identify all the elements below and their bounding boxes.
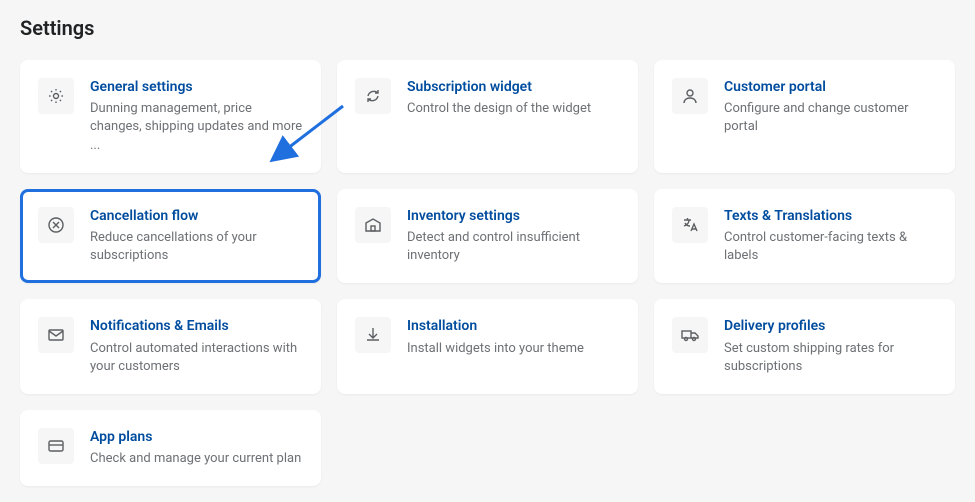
card-customer-portal[interactable]: Customer portal Configure and change cus… [654, 60, 955, 173]
card-title: Installation [407, 317, 620, 335]
card-desc: Dunning management, price changes, shipp… [90, 100, 303, 155]
card-desc: Install widgets into your theme [407, 340, 620, 358]
card-title: Customer portal [724, 78, 937, 96]
truck-icon [672, 317, 708, 353]
gear-icon [38, 78, 74, 114]
mail-icon [38, 317, 74, 353]
inventory-icon [355, 207, 391, 243]
card-subscription-widget[interactable]: Subscription widget Control the design o… [337, 60, 638, 173]
card-title: Texts & Translations [724, 207, 937, 225]
card-delivery-profiles[interactable]: Delivery profiles Set custom shipping ra… [654, 299, 955, 394]
settings-cards-grid: General settings Dunning management, pri… [20, 60, 955, 486]
card-icon [38, 428, 74, 464]
card-desc: Configure and change customer portal [724, 100, 937, 136]
card-title: General settings [90, 78, 303, 96]
card-desc: Check and manage your current plan [90, 450, 303, 468]
card-desc: Control customer-facing texts & labels [724, 229, 937, 265]
translate-icon [672, 207, 708, 243]
card-title: Cancellation flow [90, 207, 303, 225]
person-icon [672, 78, 708, 114]
cancel-icon [38, 207, 74, 243]
card-title: Notifications & Emails [90, 317, 303, 335]
card-desc: Detect and control insufficient inventor… [407, 229, 620, 265]
card-desc: Reduce cancellations of your subscriptio… [90, 229, 303, 265]
card-installation[interactable]: Installation Install widgets into your t… [337, 299, 638, 394]
card-desc: Control the design of the widget [407, 100, 620, 118]
refresh-icon [355, 78, 391, 114]
card-cancellation-flow[interactable]: Cancellation flow Reduce cancellations o… [20, 189, 321, 284]
card-title: Delivery profiles [724, 317, 937, 335]
card-inventory-settings[interactable]: Inventory settings Detect and control in… [337, 189, 638, 284]
card-texts-translations[interactable]: Texts & Translations Control customer-fa… [654, 189, 955, 284]
card-title: Inventory settings [407, 207, 620, 225]
card-general-settings[interactable]: General settings Dunning management, pri… [20, 60, 321, 173]
card-app-plans[interactable]: App plans Check and manage your current … [20, 410, 321, 486]
card-desc: Control automated interactions with your… [90, 340, 303, 376]
card-title: App plans [90, 428, 303, 446]
card-notifications-emails[interactable]: Notifications & Emails Control automated… [20, 299, 321, 394]
page-title: Settings [20, 16, 955, 40]
download-icon [355, 317, 391, 353]
card-title: Subscription widget [407, 78, 620, 96]
card-desc: Set custom shipping rates for subscripti… [724, 340, 937, 376]
